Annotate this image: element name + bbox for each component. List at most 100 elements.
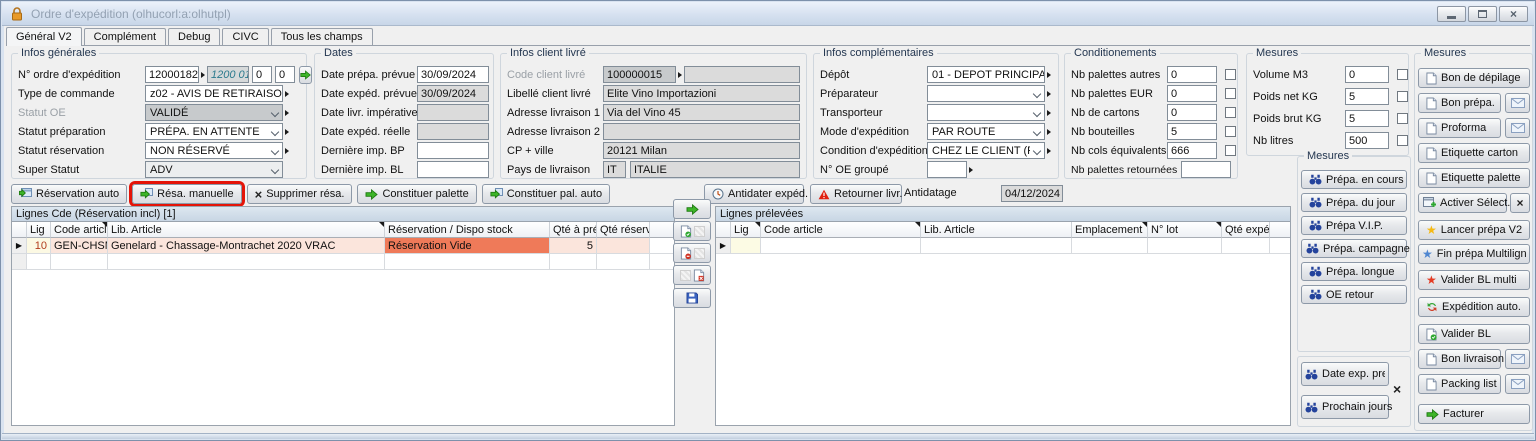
header-reservation[interactable]: Réservation / Dispo stock [385, 222, 550, 238]
table-row-empty[interactable]: ▶ [716, 238, 1290, 254]
header-emplacement[interactable]: Emplacement [1072, 222, 1148, 238]
facturer-button[interactable]: Facturer [1418, 404, 1530, 424]
tab-general-v2[interactable]: Général V2 [6, 27, 82, 46]
maximize-button[interactable] [1468, 6, 1497, 22]
nb-palettes-autres-input[interactable]: 0 [1167, 66, 1217, 83]
tab-complement[interactable]: Complément [84, 28, 166, 45]
proforma-button[interactable]: Proforma [1418, 118, 1501, 138]
header-lig[interactable]: Lig [27, 222, 51, 238]
copy-validate-button[interactable] [673, 221, 711, 241]
mail-bon-livraison-button[interactable] [1505, 349, 1530, 369]
tab-tous-les-champs[interactable]: Tous les champs [271, 28, 373, 45]
prepa-campagne-button[interactable]: Prépa. campagne [1301, 239, 1407, 258]
prochain-jours-button[interactable]: Prochain jours [1301, 395, 1389, 419]
valider-bl-multi-button[interactable]: ★Valider BL multi [1418, 270, 1530, 290]
num-oe-input[interactable]: 12000182 [145, 66, 199, 83]
statut-preparation-combo[interactable]: PRÉPA. EN ATTENTE [145, 123, 283, 140]
mail-proforma-button[interactable] [1505, 118, 1530, 138]
save-button[interactable] [673, 288, 711, 308]
poids-net-checkbox[interactable] [1397, 91, 1408, 102]
close-button[interactable]: × [1499, 6, 1528, 22]
nb-cols-equivalents-checkbox[interactable] [1225, 145, 1236, 156]
antidater-exped-button[interactable]: Antidater expéd. [704, 184, 804, 204]
date-prepa-prevue-input[interactable]: 30/09/2024 [417, 66, 489, 83]
tab-civc[interactable]: CIVC [222, 28, 268, 45]
nb-litres-checkbox[interactable] [1397, 135, 1408, 146]
num-extra2-input[interactable]: 0 [275, 66, 295, 83]
derniere-imp-bl-input[interactable] [417, 161, 489, 178]
prepa-longue-button[interactable]: Prépa. longue [1301, 262, 1407, 281]
fin-prepa-multiligne-button[interactable]: ★Fin prépa Multiligne [1418, 244, 1530, 264]
remove-picked-button[interactable] [673, 265, 711, 285]
header-qte-exped[interactable]: Qté expéd. [1222, 222, 1270, 238]
nb-palettes-eur-input[interactable]: 0 [1167, 85, 1217, 102]
etiquette-palette-button[interactable]: Etiquette palette [1418, 168, 1530, 188]
nb-cols-equivalents-input[interactable]: 666 [1167, 142, 1217, 159]
oe-groupe-input[interactable] [927, 161, 967, 178]
num-extra1-input[interactable]: 0 [252, 66, 272, 83]
nb-cartons-input[interactable]: 0 [1167, 104, 1217, 121]
super-statut-combo[interactable]: ADV [145, 161, 283, 178]
header-num-lot[interactable]: N° lot [1148, 222, 1222, 238]
cell-reservation-status[interactable]: Réservation Vide [385, 238, 550, 254]
poids-net-input[interactable]: 5 [1345, 88, 1389, 105]
go-button[interactable] [299, 66, 312, 84]
cell-qte-reserve[interactable] [597, 238, 650, 254]
poids-brut-checkbox[interactable] [1397, 113, 1408, 124]
copy-remove-button[interactable] [673, 243, 711, 263]
cell-code-article[interactable]: GEN-CHSMB-B-20 [51, 238, 108, 254]
cell-qte-a-prel[interactable]: 5 [550, 238, 597, 254]
bon-livraison-button[interactable]: Bon livraison [1418, 349, 1501, 369]
date-exp-prevu-button[interactable]: Date exp. prevu [1301, 362, 1389, 386]
bon-prepa-button[interactable]: Bon prépa. [1418, 93, 1501, 113]
tab-debug[interactable]: Debug [168, 28, 220, 45]
header-lib-article[interactable]: Lib. Article [921, 222, 1072, 238]
header-lig[interactable]: Lig [731, 222, 761, 238]
type-commande-combo[interactable]: z02 - AVIS DE RETIRAISON [145, 85, 283, 102]
depot-combo[interactable]: 01 - DEPOT PRINCIPAL [927, 66, 1045, 83]
resa-manuelle-button[interactable]: Résa. manuelle [132, 184, 241, 204]
nb-litres-input[interactable]: 500 [1345, 132, 1389, 149]
mode-expedition-combo[interactable]: PAR ROUTE [927, 123, 1045, 140]
cell-lig[interactable]: 10 [27, 238, 51, 254]
packing-list-button[interactable]: Packing list [1418, 374, 1501, 394]
minimize-button[interactable] [1437, 6, 1466, 22]
nb-cartons-checkbox[interactable] [1225, 107, 1236, 118]
etiquette-carton-button[interactable]: Etiquette carton [1418, 143, 1530, 163]
header-qte-reserve[interactable]: Qté réservé [597, 222, 650, 238]
header-code-article[interactable]: Code article [761, 222, 921, 238]
derniere-imp-bp-input[interactable] [417, 142, 489, 159]
transfer-line-button[interactable] [673, 199, 711, 219]
clear-search-button[interactable]: × [1393, 381, 1401, 397]
mail-bon-prepa-button[interactable] [1505, 93, 1530, 113]
poids-brut-input[interactable]: 5 [1345, 110, 1389, 127]
header-lib-article[interactable]: Lib. Article [108, 222, 385, 238]
bon-depilage-button[interactable]: Bon de dépilage [1418, 68, 1530, 88]
lancer-prepa-v2-button[interactable]: ★Lancer prépa V2 [1418, 220, 1530, 240]
table-row-empty[interactable] [12, 254, 674, 270]
nb-palettes-eur-checkbox[interactable] [1225, 88, 1236, 99]
nb-bouteilles-checkbox[interactable] [1225, 126, 1236, 137]
nb-bouteilles-input[interactable]: 5 [1167, 123, 1217, 140]
statut-reservation-combo[interactable]: NON RÉSERVÉ [145, 142, 283, 159]
volume-m3-input[interactable]: 0 [1345, 66, 1389, 83]
mail-packing-list-button[interactable] [1505, 374, 1530, 394]
header-code-article[interactable]: Code article [51, 222, 108, 238]
condition-expedition-combo[interactable]: CHEZ LE CLIENT (FRANCO) T [927, 142, 1045, 159]
constituer-pal-auto-button[interactable]: Constituer pal. auto [482, 184, 610, 204]
desactiver-select-button[interactable]: × [1510, 193, 1530, 213]
nb-palettes-retournees-input[interactable] [1181, 161, 1231, 178]
preparateur-combo[interactable] [927, 85, 1045, 102]
prepa-vip-button[interactable]: Prépa V.I.P. [1301, 216, 1407, 235]
oe-retour-button[interactable]: OE retour [1301, 285, 1407, 304]
supprimer-resa-button[interactable]: ×Supprimer résa. [247, 184, 353, 204]
volume-m3-checkbox[interactable] [1397, 69, 1408, 80]
transporteur-combo[interactable] [927, 104, 1045, 121]
retourner-livr-button[interactable]: Retourner livr. [810, 184, 902, 204]
prepa-du-jour-button[interactable]: Prépa. du jour [1301, 193, 1407, 212]
activer-select-button[interactable]: Activer Sélect. [1418, 193, 1507, 213]
expedition-auto-button[interactable]: Expédition auto. [1418, 297, 1530, 317]
table-row[interactable]: ▶ 10 GEN-CHSMB-B-20 Genelard - Chassage-… [12, 238, 674, 254]
valider-bl-button[interactable]: Valider BL [1418, 324, 1530, 344]
constituer-palette-button[interactable]: Constituer palette [357, 184, 476, 204]
